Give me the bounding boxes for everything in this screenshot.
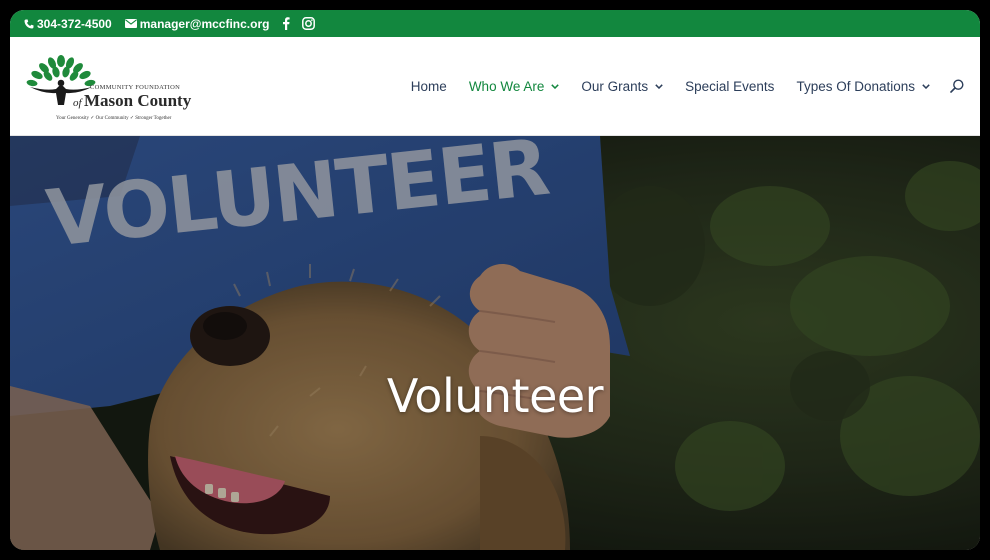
phone-number: 304-372-4500 — [37, 16, 112, 31]
nav-item-label: Home — [410, 78, 447, 94]
site-header: COMMUNITY FOUNDATION of Mason County You… — [10, 37, 980, 136]
chevron-down-icon — [551, 83, 560, 89]
search-icon[interactable] — [950, 79, 964, 93]
logo-line-community-foundation: COMMUNITY FOUNDATION — [90, 84, 181, 91]
email-address: manager@mccfinc.org — [139, 16, 270, 31]
page-title: Volunteer — [386, 368, 604, 423]
chevron-down-icon — [655, 83, 663, 89]
nav-item-home[interactable]: Home — [411, 79, 447, 94]
nav-item-label: Types Of Donations — [796, 78, 915, 94]
instagram-link[interactable] — [302, 17, 316, 30]
nav-item-who-we-are[interactable]: Who We Are — [469, 79, 560, 94]
nav-item-label: Who We Are — [468, 78, 545, 94]
phone-link[interactable]: 304-372-4500 — [24, 17, 112, 31]
nav-item-our-grants[interactable]: Our Grants — [581, 79, 663, 94]
main-navigation: Home Who We Are Our Grants Special Event… — [389, 37, 964, 135]
site-logo[interactable]: COMMUNITY FOUNDATION of Mason County You… — [26, 53, 196, 123]
chevron-down-icon — [922, 83, 930, 89]
browser-frame: 304-372-4500 manager@mccfinc.org COMMUNI… — [10, 10, 980, 550]
facebook-link[interactable] — [282, 17, 291, 30]
nav-item-special-events[interactable]: Special Events — [685, 79, 774, 94]
envelope-icon — [124, 19, 137, 28]
hero-background-photo: VOLUNTEER — [10, 136, 980, 550]
nav-item-label: Our Grants — [581, 78, 649, 94]
logo-of: of — [73, 97, 82, 109]
hero-banner: VOLUNTEER Volunteer — [10, 136, 980, 550]
instagram-icon — [302, 17, 316, 30]
logo-tagline: Your Generosity ✓ Our Community ✓ Strong… — [56, 116, 172, 121]
nav-item-label: Special Events — [685, 78, 775, 94]
nav-item-types-of-donations[interactable]: Types Of Donations — [796, 79, 930, 94]
email-link[interactable]: manager@mccfinc.org — [124, 16, 270, 31]
top-bar: 304-372-4500 manager@mccfinc.org — [10, 10, 980, 37]
phone-icon — [24, 19, 34, 28]
logo-line-mason-county: Mason County — [84, 91, 192, 110]
facebook-icon — [283, 17, 291, 30]
